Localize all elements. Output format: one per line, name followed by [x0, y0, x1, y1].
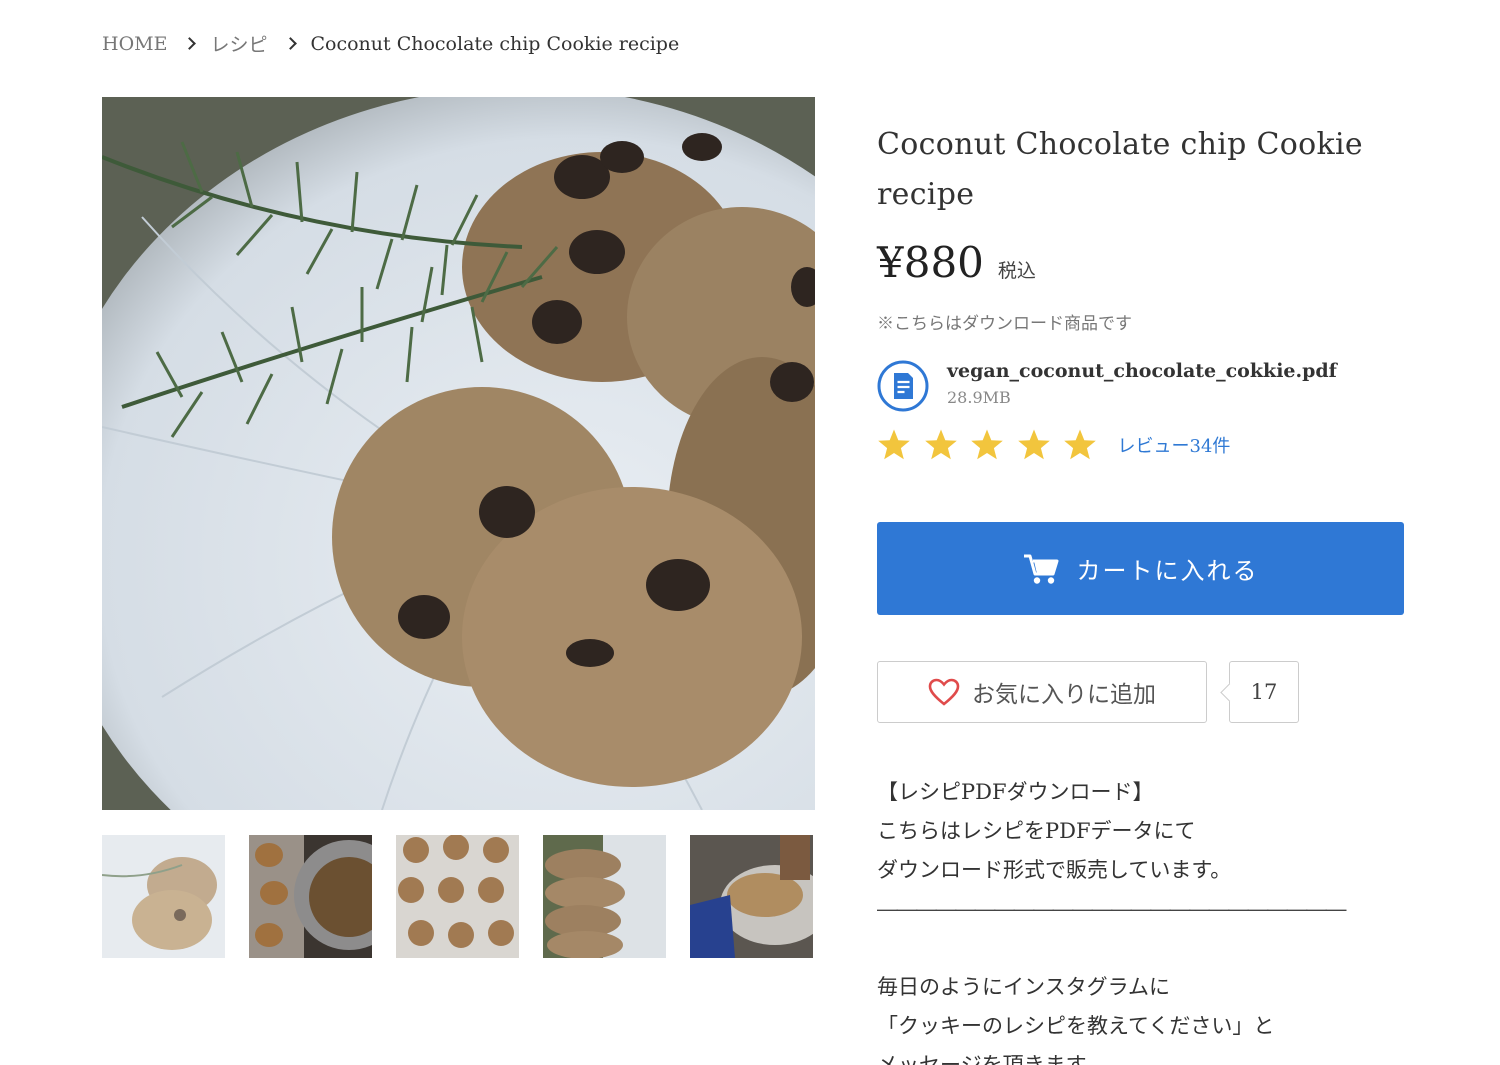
product-description: 【レシピPDFダウンロード】 こちらはレシピをPDFデータにて ダウンロード形式…: [877, 773, 1404, 1065]
chevron-right-icon: [283, 37, 297, 50]
add-to-cart-button[interactable]: カートに入れる: [877, 522, 1404, 615]
thumbnail-4[interactable]: [543, 835, 666, 958]
thumbnail-gallery: [102, 835, 813, 958]
thumbnail-1[interactable]: [102, 835, 225, 958]
price-row: ¥880 税込: [877, 238, 1404, 287]
file-name: vegan_coconut_chocolate_cokkie.pdf: [947, 360, 1337, 382]
breadcrumb-current: Coconut Chocolate chip Cookie recipe: [310, 32, 680, 55]
thumbnail-2[interactable]: [249, 835, 372, 958]
description-line: ダウンロード形式で販売しています。: [877, 858, 1232, 882]
product-price: ¥880: [877, 238, 984, 287]
description-line: 【レシピPDFダウンロード】: [877, 780, 1154, 804]
reviews-link[interactable]: レビュー34件: [1118, 432, 1231, 458]
product-title: Coconut Chocolate chip Cookie recipe: [877, 127, 1363, 212]
favorite-row: お気に入りに追加 17: [877, 661, 1404, 723]
thumbnail-5[interactable]: [690, 835, 813, 958]
product-info: Coconut Chocolate chip Cookie recipe ¥88…: [877, 120, 1404, 1065]
description-line: メッセージを頂きます。: [877, 1053, 1106, 1065]
add-to-cart-label: カートに入れる: [1076, 557, 1259, 585]
description-divider: ――――――――――――――――――――――――: [877, 897, 1347, 921]
description-spacer: [877, 929, 1404, 968]
star-icon: [1064, 429, 1096, 460]
breadcrumb: HOME レシピ Coconut Chocolate chip Cookie r…: [102, 30, 679, 57]
rating-stars: [877, 428, 1110, 462]
download-note: ※こちらはダウンロード商品です: [877, 314, 1132, 334]
tax-label: 税込: [997, 260, 1036, 282]
description-line: 毎日のようにインスタグラムに: [877, 975, 1170, 999]
favorite-count: 17: [1229, 661, 1299, 723]
add-to-favorites-label: お気に入りに追加: [972, 682, 1156, 708]
chevron-right-icon: [183, 37, 197, 50]
rating: レビュー34件: [877, 428, 1404, 462]
document-icon: [877, 360, 929, 412]
star-icon: [878, 429, 910, 460]
add-to-favorites-button[interactable]: お気に入りに追加: [877, 661, 1207, 723]
thumbnail-3[interactable]: [396, 835, 519, 958]
cart-icon: [1023, 554, 1058, 584]
main-product-image: [102, 97, 815, 810]
heart-icon: [928, 678, 960, 706]
breadcrumb-home-link[interactable]: HOME: [102, 33, 167, 55]
star-icon: [971, 429, 1003, 460]
breadcrumb-category-link[interactable]: レシピ: [210, 30, 267, 57]
star-icon: [924, 429, 957, 460]
download-file-info: vegan_coconut_chocolate_cokkie.pdf 28.9M…: [877, 360, 1404, 412]
file-size: 28.9MB: [947, 388, 1011, 407]
description-line: 「クッキーのレシピを教えてください」と: [877, 1014, 1275, 1038]
description-line: こちらはレシピをPDFデータにて: [877, 819, 1196, 843]
star-icon: [1017, 429, 1050, 460]
